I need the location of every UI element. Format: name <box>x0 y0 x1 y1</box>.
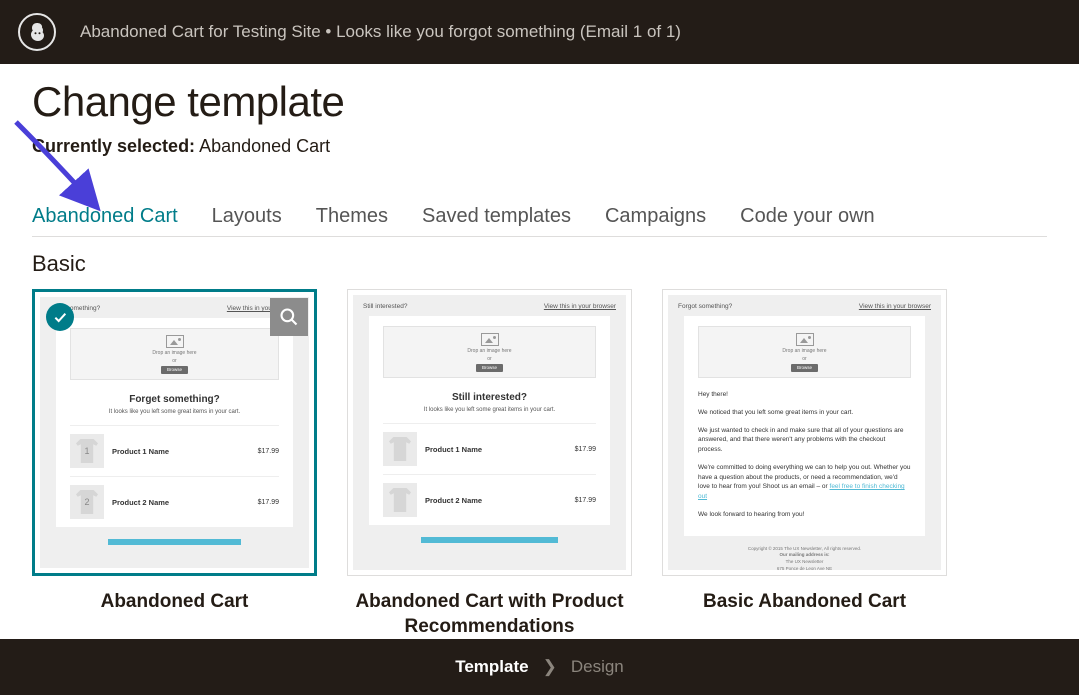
product-price: $17.99 <box>258 499 279 506</box>
preview-zoom-button[interactable] <box>270 298 308 336</box>
preview-subject: Still interested? <box>363 303 407 310</box>
footer-line: The UX Newsletter <box>692 559 917 566</box>
selected-check-icon <box>46 303 74 331</box>
product-price: $17.99 <box>258 448 279 455</box>
footer-line: 675 Ponce de Leon Ave NE <box>692 566 917 570</box>
browse-button: Browse <box>791 364 818 372</box>
footer-line: Our mailing address is: <box>692 552 917 559</box>
tshirt-icon <box>383 483 417 517</box>
tab-layouts[interactable]: Layouts <box>212 205 282 236</box>
browse-button: Browse <box>161 366 188 374</box>
template-card-basic-abandoned-cart[interactable]: Forgot something? View this in your brow… <box>662 289 947 576</box>
template-preview: Forgot something? View this in your brow… <box>668 295 941 570</box>
preview-footer: Copyright © 2015 The UX Newsletter, All … <box>668 536 941 571</box>
product-name: Product 1 Name <box>425 445 567 454</box>
section-title-basic: Basic <box>32 251 1047 277</box>
image-placeholder-icon <box>481 333 499 346</box>
drop-or: or <box>172 358 176 364</box>
product-price: $17.99 <box>575 497 596 504</box>
step-design[interactable]: Design <box>571 657 624 677</box>
template-preview: orgot something? View this in your brows… <box>40 297 309 568</box>
image-drop-zone: Drop an image here or Browse <box>698 326 911 378</box>
preview-browser-link: View this in your browser <box>544 303 616 310</box>
page-title: Change template <box>32 78 1047 126</box>
template-card-abandoned-cart-recs[interactable]: Still interested? View this in your brow… <box>347 289 632 576</box>
product-number: 1 <box>70 434 104 468</box>
template-card-label: Abandoned Cart <box>101 590 249 615</box>
preview-browser-link: View this in your browser <box>859 303 931 310</box>
preview-body-text: We look forward to hearing from you! <box>698 510 911 520</box>
image-placeholder-icon <box>166 335 184 348</box>
preview-heading: Forget something? <box>70 394 279 405</box>
bottom-stepper: Template ❯ Design <box>0 639 1079 695</box>
template-tabs: Abandoned Cart Layouts Themes Saved temp… <box>32 205 1047 237</box>
tshirt-icon: 2 <box>70 485 104 519</box>
top-bar: Abandoned Cart for Testing Site • Looks … <box>0 0 1079 64</box>
product-number: 2 <box>70 485 104 519</box>
chevron-right-icon: ❯ <box>543 657 557 677</box>
drop-text: Drop an image here <box>152 350 196 356</box>
image-drop-zone: Drop an image here or Browse <box>70 328 279 380</box>
currently-label: Currently selected: <box>32 136 195 156</box>
tab-campaigns[interactable]: Campaigns <box>605 205 706 236</box>
drop-text: Drop an image here <box>782 348 826 354</box>
preview-body-text: We just wanted to check in and make sure… <box>698 426 911 455</box>
template-card-label: Abandoned Cart with Product Recommendati… <box>347 590 632 639</box>
preview-heading: Still interested? <box>383 392 596 403</box>
template-preview: Still interested? View this in your brow… <box>353 295 626 570</box>
browse-button: Browse <box>476 364 503 372</box>
template-card-label: Basic Abandoned Cart <box>703 590 906 615</box>
preview-subject: Forgot something? <box>678 303 732 310</box>
preview-body-text: We noticed that you left some great item… <box>698 408 911 418</box>
preview-subtext: It looks like you left some great items … <box>70 409 279 415</box>
template-card-abandoned-cart[interactable]: orgot something? View this in your brows… <box>32 289 317 576</box>
tshirt-icon: 1 <box>70 434 104 468</box>
product-price: $17.99 <box>575 446 596 453</box>
image-drop-zone: Drop an image here or Browse <box>383 326 596 378</box>
product-row: 1 Product 1 Name $17.99 <box>70 425 279 476</box>
product-name: Product 1 Name <box>112 447 250 456</box>
preview-body-text: Hey there! <box>698 390 911 400</box>
product-name: Product 2 Name <box>425 496 567 505</box>
tshirt-icon <box>383 432 417 466</box>
product-name: Product 2 Name <box>112 498 250 507</box>
cta-bar <box>421 537 558 543</box>
footer-line: Copyright © 2015 The UX Newsletter, All … <box>692 546 917 553</box>
tab-code-your-own[interactable]: Code your own <box>740 205 875 236</box>
product-row: Product 2 Name $17.99 <box>383 474 596 525</box>
product-row: 2 Product 2 Name $17.99 <box>70 476 279 527</box>
main-content: Change template Currently selected: Aban… <box>0 64 1079 639</box>
drop-text: Drop an image here <box>467 348 511 354</box>
preview-body-text: We're committed to doing everything we c… <box>698 463 911 502</box>
currently-value: Abandoned Cart <box>199 136 330 156</box>
product-row: Product 1 Name $17.99 <box>383 423 596 474</box>
currently-selected: Currently selected: Abandoned Cart <box>32 136 1047 157</box>
mailchimp-logo-icon[interactable] <box>18 13 56 51</box>
cta-bar <box>108 539 241 545</box>
step-template[interactable]: Template <box>455 657 528 677</box>
header-breadcrumb: Abandoned Cart for Testing Site • Looks … <box>80 22 681 42</box>
tab-saved-templates[interactable]: Saved templates <box>422 205 571 236</box>
preview-subtext: It looks like you left some great items … <box>383 407 596 413</box>
drop-or: or <box>487 356 491 362</box>
image-placeholder-icon <box>796 333 814 346</box>
drop-or: or <box>802 356 806 362</box>
tab-abandoned-cart[interactable]: Abandoned Cart <box>32 205 178 236</box>
template-cards: orgot something? View this in your brows… <box>32 289 1047 639</box>
tab-themes[interactable]: Themes <box>316 205 388 236</box>
